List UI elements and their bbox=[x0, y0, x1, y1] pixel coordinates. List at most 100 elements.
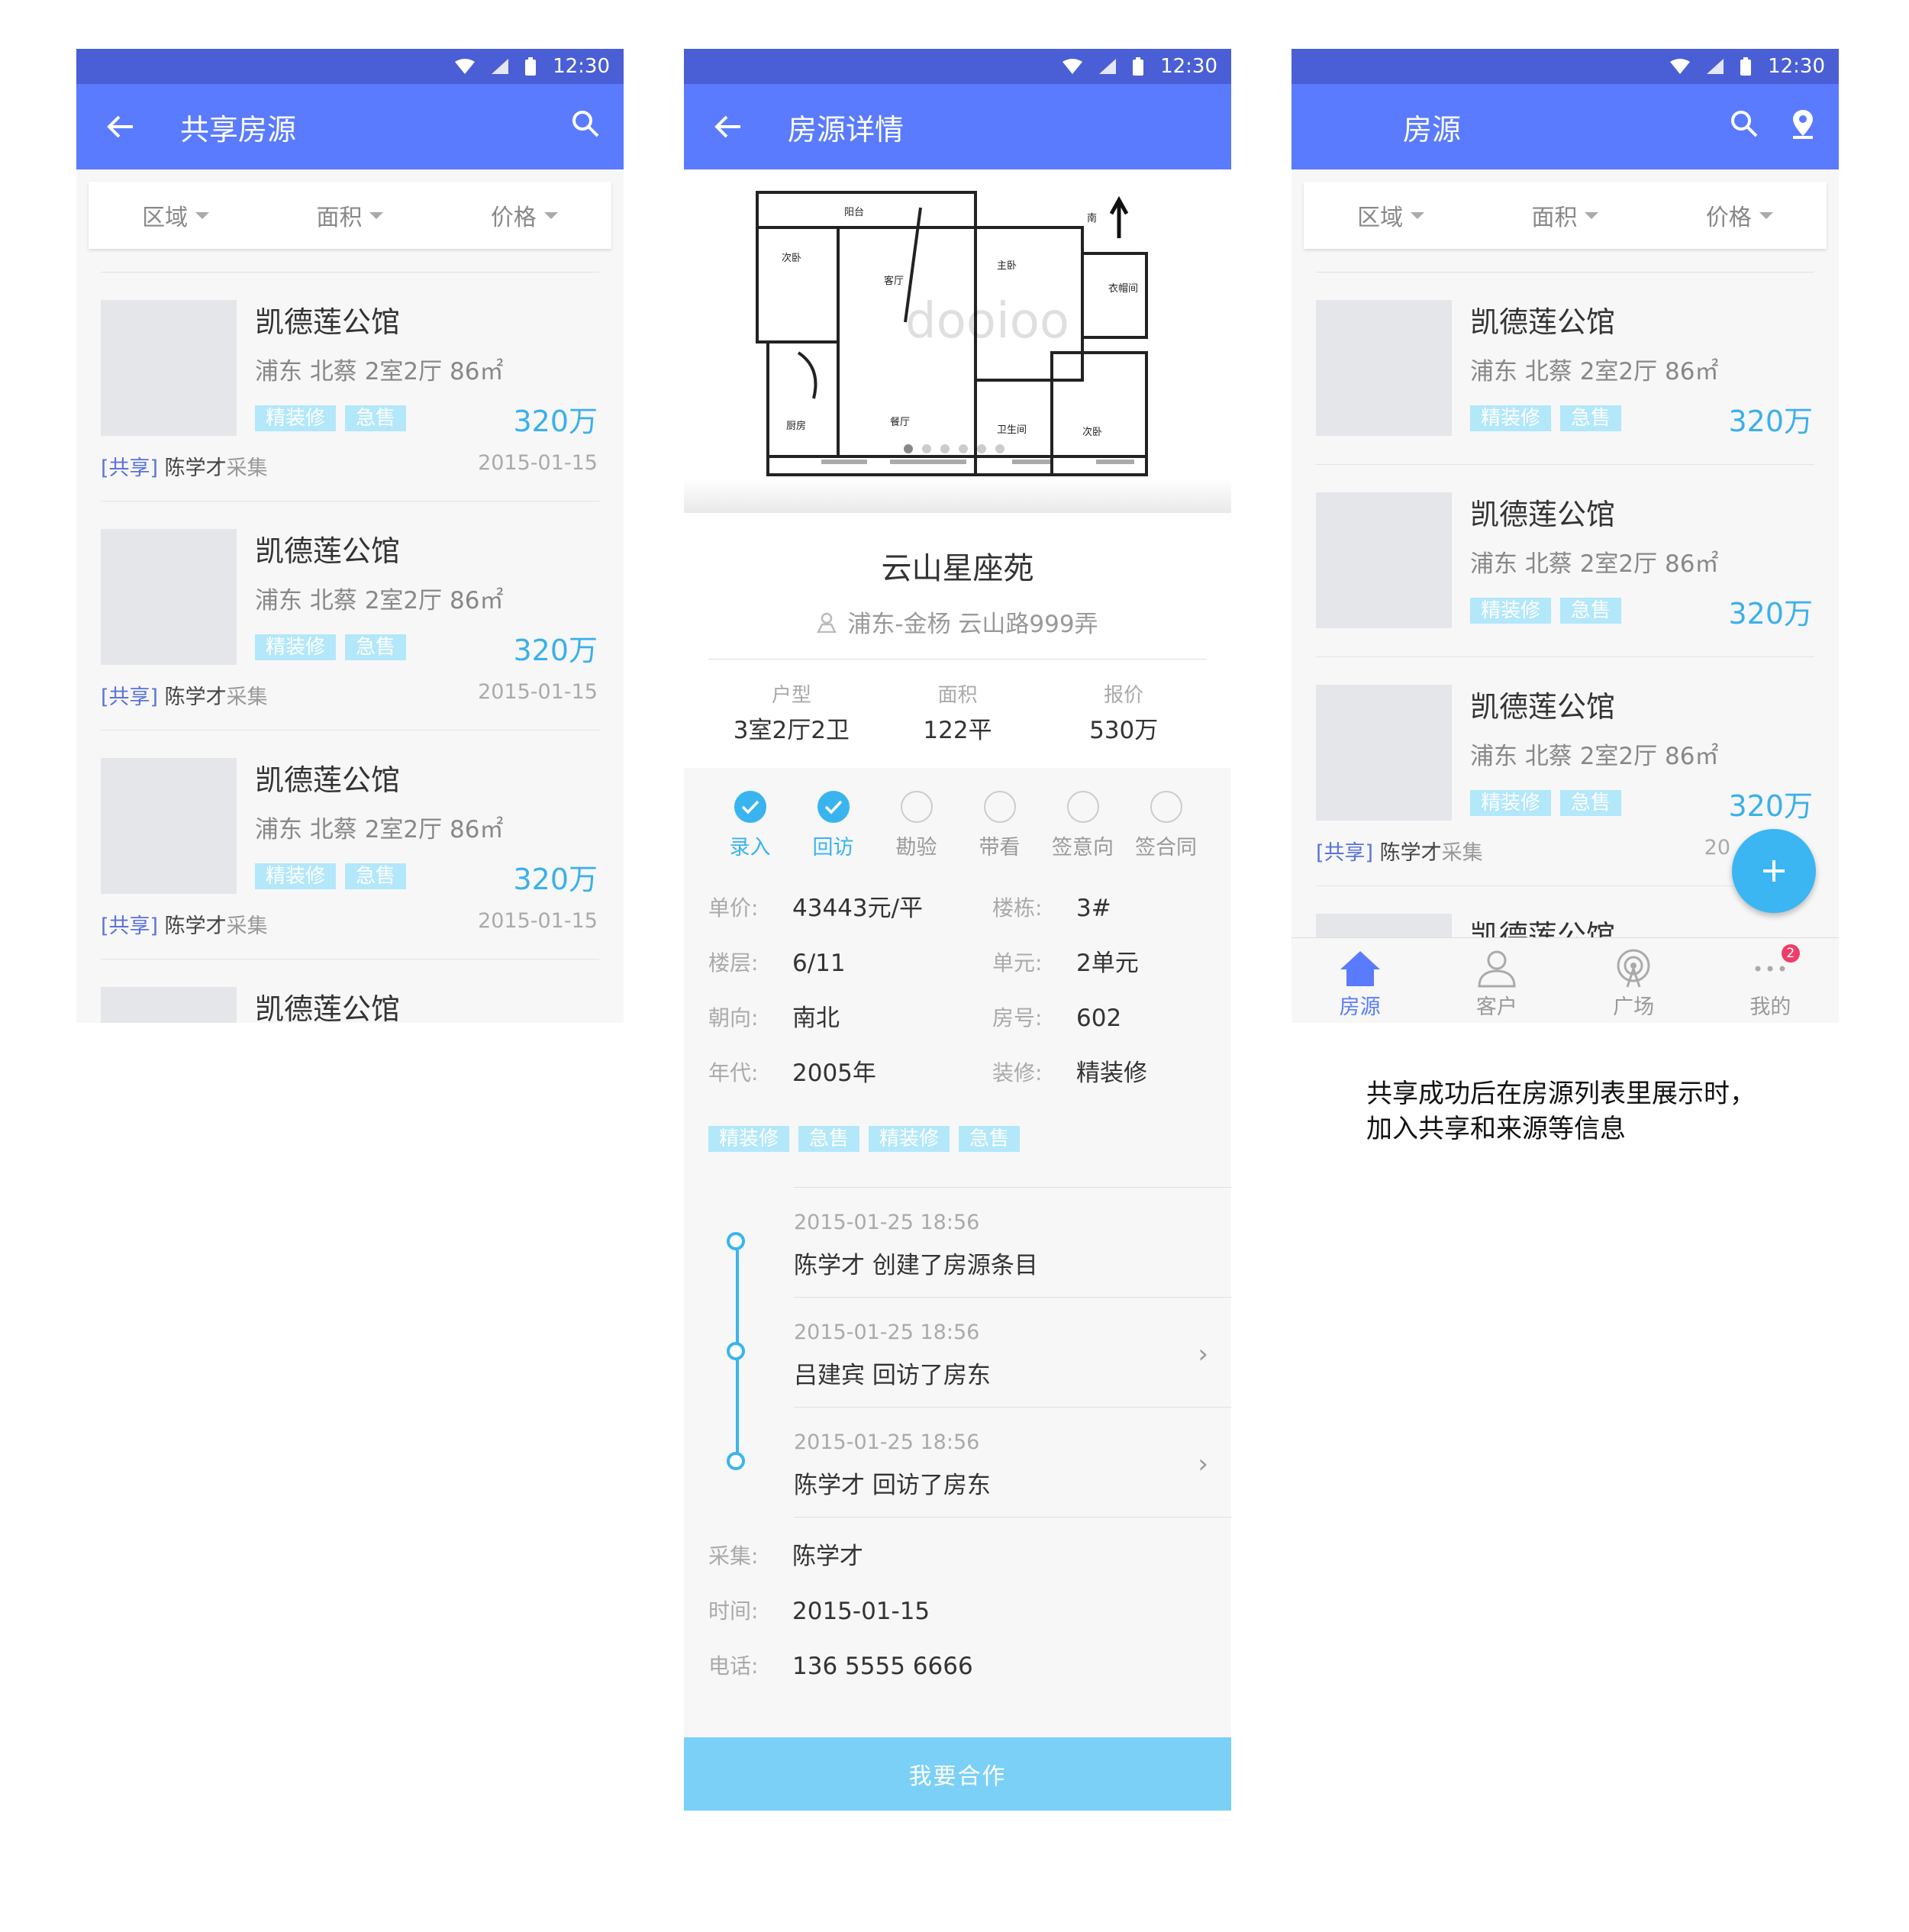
attr-value: 精装修 bbox=[1076, 1060, 1147, 1087]
timeline-entry: 2015-01-25 18:56 陈学才 创建了房源条目 bbox=[727, 1187, 1231, 1297]
page-title: 房源详情 bbox=[788, 112, 905, 147]
filter-size[interactable]: 面积 bbox=[316, 198, 384, 232]
more-icon bbox=[1755, 966, 1785, 972]
attr-key: 房号: bbox=[992, 1005, 1043, 1031]
list-item[interactable]: 凯德莲公馆 浦东 北蔡 2室2厅 86㎡ 精装修 急售 320万 [共享] 陈学才… bbox=[101, 273, 599, 502]
summary-row: 户型 3室2厅2卫 面积 122平 报价 530万 bbox=[708, 659, 1207, 768]
step: 签合同 bbox=[1124, 791, 1208, 860]
caret-down-icon bbox=[369, 211, 384, 219]
caret-down-icon bbox=[1759, 211, 1773, 219]
shared-label: [共享] bbox=[1316, 841, 1374, 865]
detail-tags: 精装修 急售 精装修 急售 bbox=[708, 1126, 1207, 1152]
search-icon[interactable] bbox=[570, 108, 601, 139]
contact-value: 2015-01-15 bbox=[792, 1598, 930, 1625]
contact-key: 采集: bbox=[708, 1543, 759, 1569]
signal-icon bbox=[1707, 59, 1724, 74]
shared-label: [共享] bbox=[101, 456, 159, 480]
listing-meta: 浦东 北蔡 2室2厅 86㎡ bbox=[255, 816, 504, 843]
property-attributes: 单价: 43443元/平 楼栋: 3# 楼层: 6/11 单元: 2单元 朝向: 南北 房… bbox=[708, 895, 1207, 1086]
listing-meta: 浦东 北蔡 2室2厅 86㎡ bbox=[1470, 550, 1719, 578]
timeline-node bbox=[727, 1452, 745, 1470]
add-listing-button[interactable] bbox=[1732, 829, 1816, 913]
list-item[interactable]: 凯德莲公馆 浦东 北蔡 2室2厅 86㎡ 精装修 急售 320万 bbox=[1316, 465, 1814, 657]
filter-label: 价格 bbox=[1705, 205, 1752, 231]
source-type: 采集 bbox=[1441, 841, 1483, 865]
list-item[interactable]: 凯德莲公馆 浦东 北蔡 2室2厅 86㎡ 精装修 急售 320万 [共享] 陈学才… bbox=[101, 502, 599, 731]
tab-plaza[interactable]: 广场 bbox=[1566, 938, 1702, 1023]
filter-price[interactable]: 价格 bbox=[1706, 198, 1773, 232]
tag: 急售 bbox=[1560, 598, 1622, 624]
filter-size[interactable]: 面积 bbox=[1531, 198, 1599, 232]
listing-thumbnail bbox=[101, 300, 237, 436]
location-pin-icon bbox=[817, 612, 837, 633]
app-bar: 房源 bbox=[1291, 84, 1839, 169]
timeline-node bbox=[727, 1232, 745, 1250]
caret-down-icon bbox=[1411, 211, 1425, 219]
tag: 精装修 bbox=[255, 863, 337, 889]
address-text: 浦东-金杨 云山路999弄 bbox=[847, 611, 1098, 638]
tag: 精装修 bbox=[708, 1126, 790, 1152]
timeline-entry[interactable]: 2015-01-25 18:56 吕建宾 回访了房东 › bbox=[727, 1297, 1231, 1407]
listing-thumbnail bbox=[1316, 300, 1452, 436]
list-item[interactable]: 凯德莲公馆 浦东 北蔡 2室2厅 86㎡ 精装修 急售 320万 [共享] 陈学才… bbox=[101, 731, 599, 960]
battery-icon bbox=[525, 57, 537, 76]
tab-listings[interactable]: 房源 bbox=[1291, 938, 1428, 1023]
broadcast-icon bbox=[1617, 949, 1650, 988]
phone-number[interactable]: 136 5555 6666 bbox=[792, 1653, 973, 1679]
clock: 12:30 bbox=[553, 55, 610, 78]
timeline-entry[interactable]: 2015-01-25 18:56 陈学才 回访了房东 › bbox=[727, 1407, 1231, 1517]
search-icon[interactable] bbox=[1729, 108, 1759, 139]
caret-down-icon bbox=[543, 211, 558, 219]
back-arrow-icon[interactable] bbox=[710, 108, 747, 145]
step-label: 带看 bbox=[979, 836, 1021, 860]
tag: 急售 bbox=[345, 634, 407, 660]
carousel-dot bbox=[959, 444, 968, 453]
attr-key: 楼栋: bbox=[992, 895, 1043, 921]
list-item[interactable]: 凯德莲公馆 bbox=[101, 960, 599, 1023]
listing-price: 320万 bbox=[1728, 789, 1813, 823]
tag: 精装修 bbox=[255, 634, 337, 660]
step: 带看 bbox=[958, 791, 1041, 860]
caret-down-icon bbox=[1585, 211, 1599, 219]
filter-label: 区域 bbox=[1357, 205, 1404, 231]
tab-label: 房源 bbox=[1339, 995, 1381, 1019]
filter-area[interactable]: 区域 bbox=[142, 198, 210, 232]
filter-price[interactable]: 价格 bbox=[491, 198, 558, 232]
carousel-dot bbox=[940, 444, 950, 453]
back-arrow-icon[interactable] bbox=[102, 108, 139, 145]
chevron-right-icon: › bbox=[1198, 1339, 1208, 1369]
clock: 12:30 bbox=[1768, 55, 1825, 78]
clock: 12:30 bbox=[1160, 55, 1217, 78]
list-item[interactable]: 凯德莲公馆 浦东 北蔡 2室2厅 86㎡ 精装修 急售 320万 bbox=[1316, 273, 1814, 465]
step-label: 签意向 bbox=[1052, 836, 1114, 860]
attr-value: 南北 bbox=[792, 1005, 840, 1032]
tag: 精装修 bbox=[869, 1126, 950, 1152]
attr-key: 楼层: bbox=[708, 950, 759, 976]
page-title: 共享房源 bbox=[180, 112, 297, 147]
listing-meta: 浦东 北蔡 2室2厅 86㎡ bbox=[1470, 358, 1719, 385]
tab-label: 广场 bbox=[1613, 995, 1655, 1019]
attr-value: 6/11 bbox=[792, 950, 846, 977]
attr-key: 装修: bbox=[992, 1060, 1043, 1085]
summary-value: 3室2厅2卫 bbox=[733, 717, 850, 744]
listing-name: 凯德莲公馆 bbox=[255, 763, 401, 797]
signal-icon bbox=[492, 59, 509, 74]
filter-area[interactable]: 区域 bbox=[1357, 198, 1425, 232]
listing-price: 320万 bbox=[513, 405, 598, 438]
cooperate-button[interactable]: 我要合作 bbox=[684, 1737, 1231, 1811]
tab-me[interactable]: 2 我的 bbox=[1702, 938, 1839, 1023]
step-label: 回访 bbox=[812, 836, 854, 860]
activity-timeline: 2015-01-25 18:56 陈学才 创建了房源条目 2015-01-25 … bbox=[684, 1187, 1231, 1517]
status-bar: 12:30 bbox=[76, 49, 624, 84]
timeline-time: 2015-01-25 18:56 bbox=[794, 1430, 980, 1454]
filter-label: 区域 bbox=[142, 205, 189, 231]
tab-clients[interactable]: 客户 bbox=[1428, 938, 1565, 1023]
map-pin-icon[interactable] bbox=[1790, 108, 1816, 139]
listing-date: 2015-01-15 bbox=[478, 680, 598, 704]
watermark: dooioo bbox=[905, 293, 1069, 350]
summary-label: 面积 bbox=[937, 684, 978, 707]
carousel-dot bbox=[995, 444, 1004, 453]
filter-bar: 区域 面积 价格 bbox=[89, 182, 611, 249]
note-line: 共享成功后在房源列表里展示时， bbox=[1366, 1079, 1756, 1109]
floorplan-carousel[interactable]: 阳台 次卧 客厅 主卧 衣帽间 厨房 餐厅 卫生间 次卧 南 dooioo bbox=[684, 169, 1231, 513]
